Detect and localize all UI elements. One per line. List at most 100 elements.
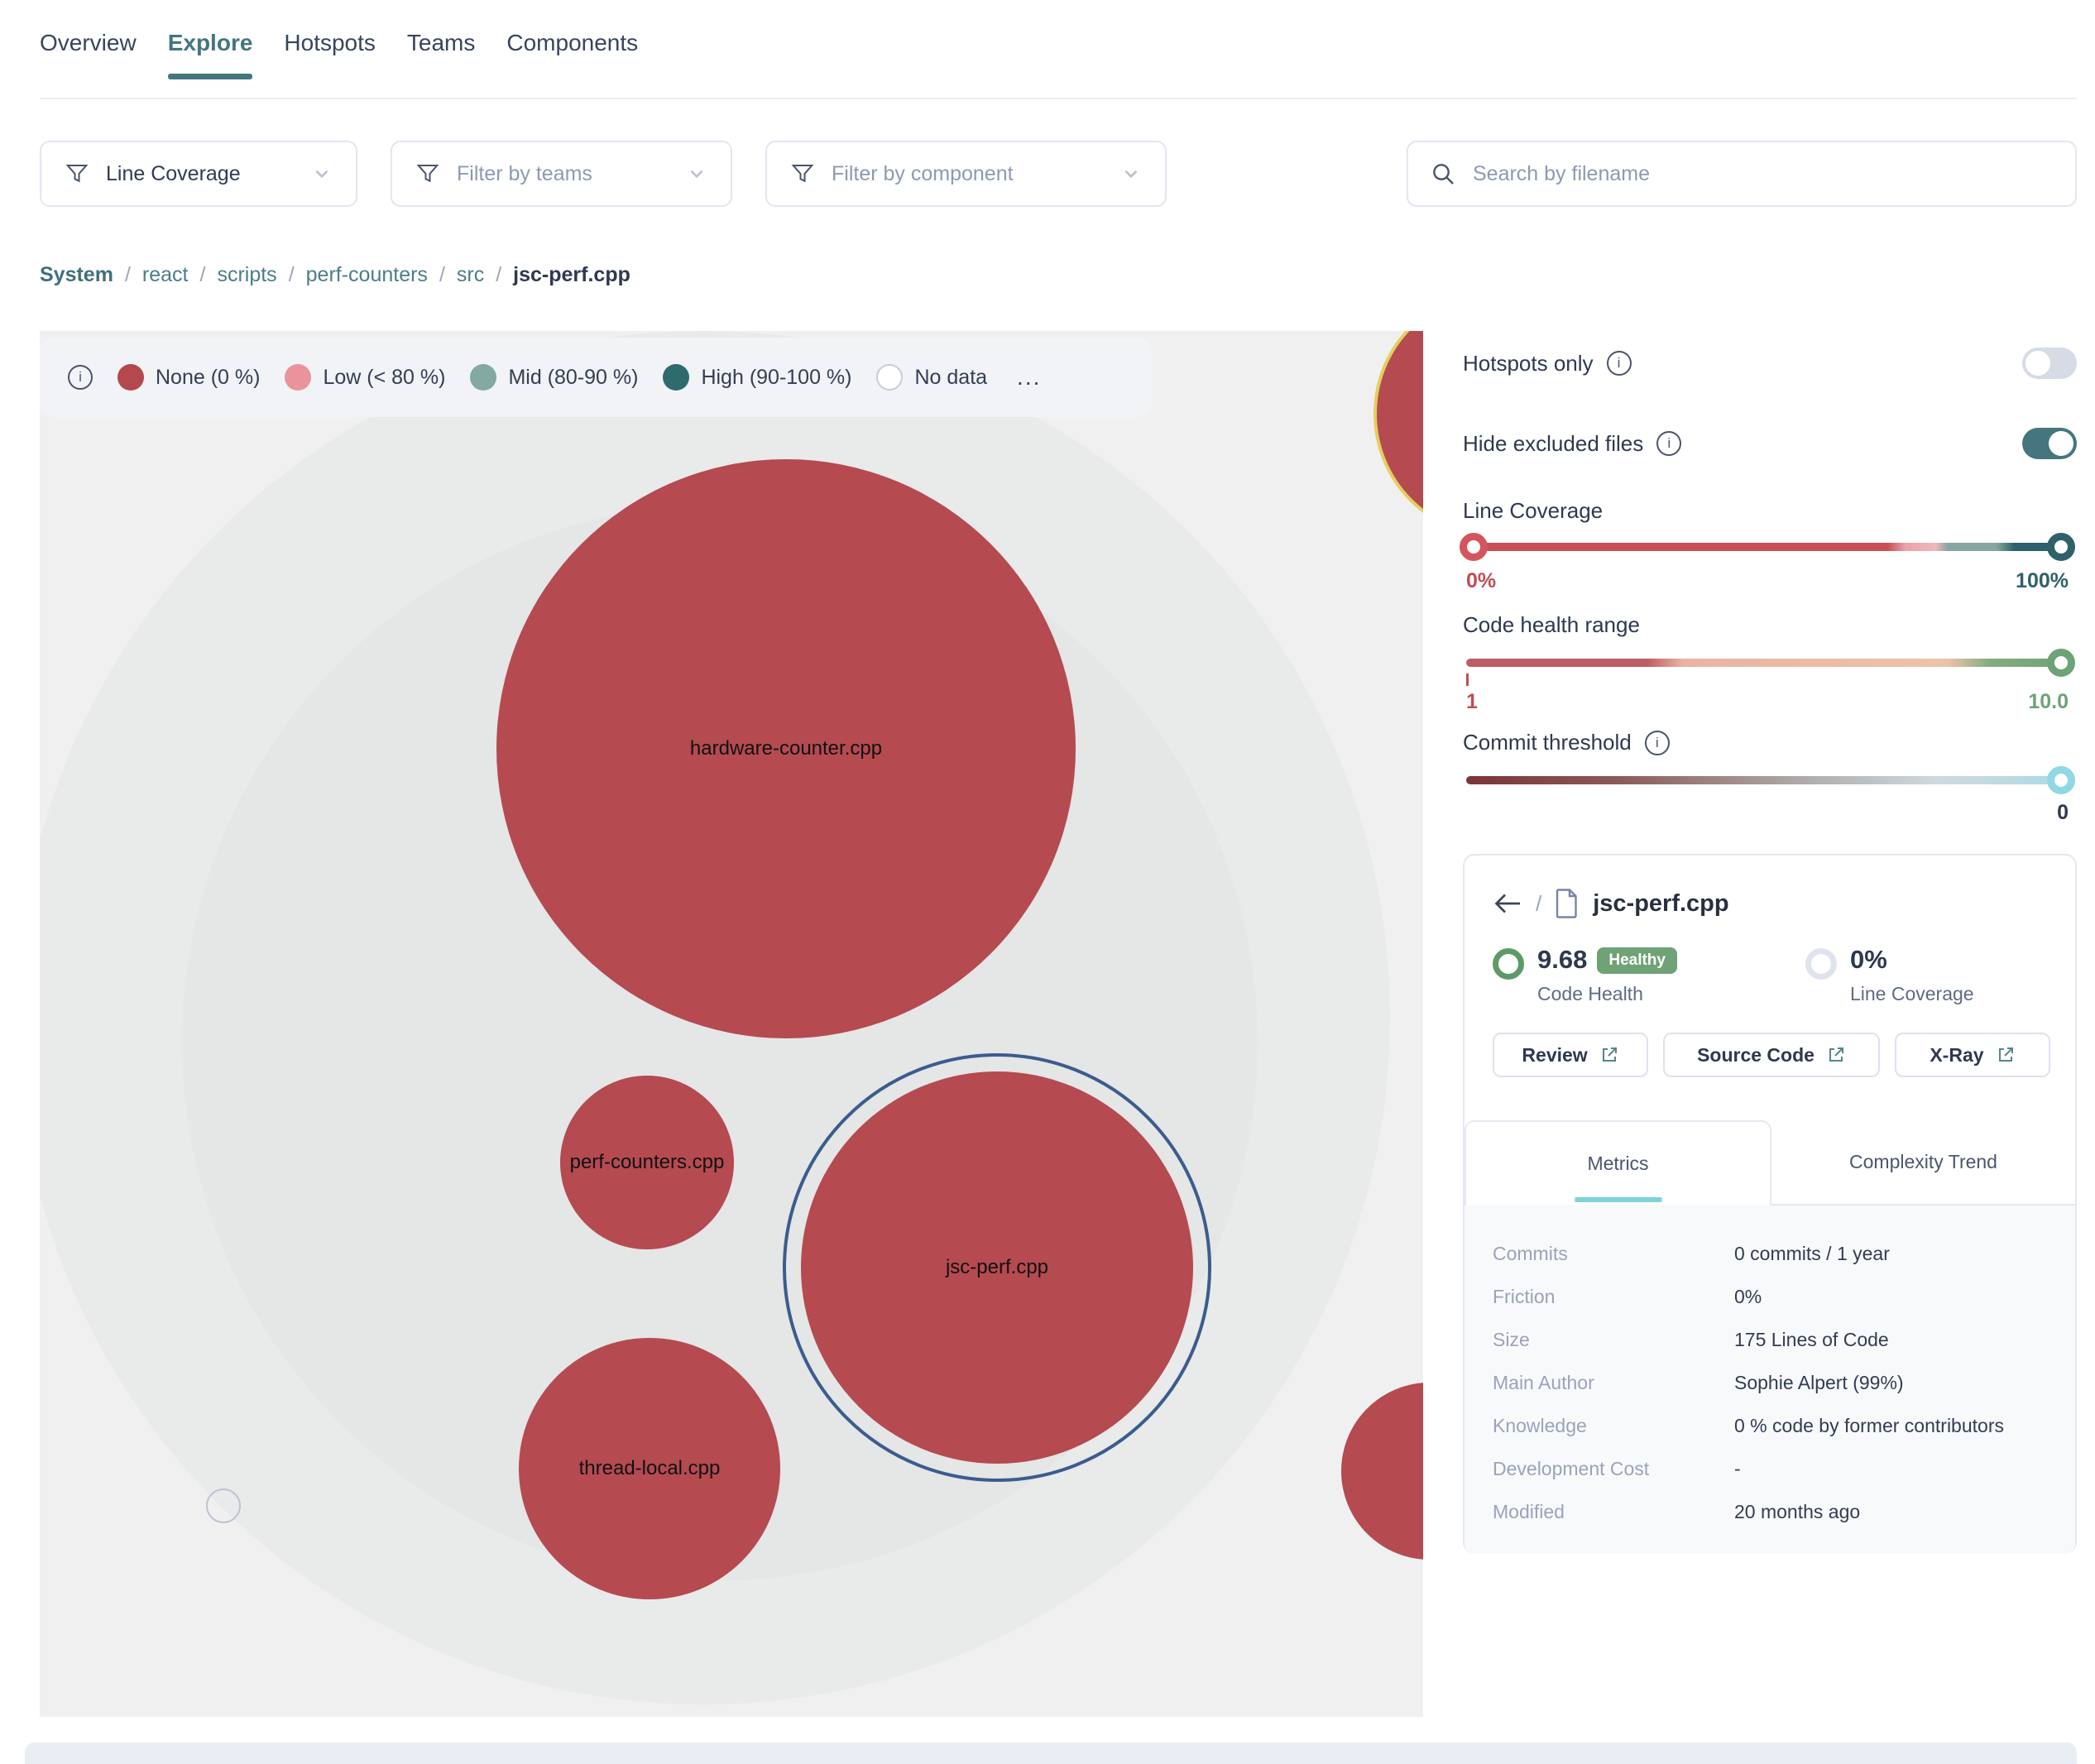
- chevron-down-icon: [1120, 163, 1142, 185]
- file-card-tabs: Metrics Complexity Trend: [1465, 1120, 2075, 1206]
- coverage-filter-label: Line Coverage: [106, 162, 241, 186]
- file-card-header: / jsc-perf.cpp: [1493, 889, 1729, 918]
- file-path-separator: /: [1536, 891, 1541, 917]
- tab-components[interactable]: Components: [506, 30, 638, 89]
- external-link-icon: [1996, 1045, 2016, 1065]
- code-health-slider-track[interactable]: [1466, 659, 2069, 667]
- code-health-ring-icon: [1493, 948, 1524, 980]
- code-health-explorer: Overview Explore Hotspots Teams Componen…: [0, 0, 2095, 1764]
- breadcrumb-current-file: jsc-perf.cpp: [513, 263, 630, 287]
- file-icon: [1555, 889, 1580, 918]
- breadcrumb-separator: /: [200, 263, 206, 287]
- line-coverage-max-handle[interactable]: [2047, 533, 2075, 561]
- breadcrumb-perf-counters[interactable]: perf-counters: [306, 263, 428, 287]
- line-coverage-slider-row: Line Coverage: [1463, 498, 2077, 524]
- file-circle-hardware-counter[interactable]: hardware-counter.cpp: [496, 459, 1076, 1038]
- commit-threshold-slider-track[interactable]: [1466, 776, 2069, 784]
- file-detail-card: / jsc-perf.cpp 9.68Healthy Code Health 0…: [1463, 854, 2077, 1554]
- line-coverage-value: 0%: [1850, 945, 1887, 974]
- line-coverage-minmax: 0% 100%: [1466, 569, 2069, 593]
- legend-item-mid: Mid (80-90 %): [470, 364, 638, 391]
- source-code-button[interactable]: Source Code: [1663, 1033, 1880, 1077]
- tab-hotspots[interactable]: Hotspots: [284, 30, 376, 89]
- tab-teams[interactable]: Teams: [407, 30, 475, 89]
- legend-info-icon[interactable]: i: [68, 365, 93, 390]
- hotspots-only-row: Hotspots only i: [1463, 348, 2077, 379]
- filter-toolbar: Line Coverage Filter by teams Filter by …: [40, 141, 2077, 207]
- tab-complexity-trend[interactable]: Complexity Trend: [1771, 1120, 2075, 1204]
- line-coverage-min-handle[interactable]: [1460, 533, 1488, 561]
- hotspots-only-info-icon[interactable]: i: [1607, 351, 1632, 376]
- line-coverage-min-label: 0%: [1466, 569, 1496, 593]
- table-row: Knowledge 0 % code by former contributor…: [1493, 1404, 2047, 1447]
- breadcrumb-separator: /: [439, 263, 445, 287]
- back-arrow-icon[interactable]: [1493, 891, 1522, 916]
- line-coverage-slider-track[interactable]: [1466, 543, 2069, 551]
- breadcrumb-separator: /: [125, 263, 131, 287]
- code-health-min-tick[interactable]: [1466, 673, 1469, 686]
- file-card-actions: Review Source Code X-Ray: [1493, 1033, 2050, 1077]
- file-circle-label: thread-local.cpp: [579, 1457, 721, 1480]
- hide-excluded-toggle[interactable]: [2022, 428, 2077, 459]
- hide-excluded-info-icon[interactable]: i: [1656, 431, 1681, 456]
- table-row: Development Cost -: [1493, 1447, 2047, 1490]
- teams-filter-dropdown[interactable]: Filter by teams: [391, 141, 732, 207]
- component-filter-placeholder: Filter by component: [832, 162, 1014, 186]
- code-health-value: 9.68: [1537, 945, 1587, 974]
- hide-excluded-row: Hide excluded files i: [1463, 428, 2077, 459]
- bubble-chart[interactable]: hardware-counter.cpp perf-counters.cpp j…: [40, 331, 1423, 1717]
- coverage-legend: i None (0 %) Low (< 80 %) Mid (80-90 %) …: [40, 338, 1152, 417]
- search-input[interactable]: [1473, 162, 2054, 186]
- tab-metrics[interactable]: Metrics: [1465, 1120, 1771, 1206]
- funnel-icon: [415, 161, 440, 186]
- teams-filter-placeholder: Filter by teams: [457, 162, 592, 186]
- table-row: Main Author Sophie Alpert (99%): [1493, 1361, 2047, 1404]
- review-button[interactable]: Review: [1493, 1033, 1648, 1077]
- file-circle-thread-local[interactable]: thread-local.cpp: [519, 1338, 780, 1599]
- tab-overview[interactable]: Overview: [40, 30, 137, 89]
- file-circle-partial-top[interactable]: [1373, 331, 1423, 538]
- bottom-panel-edge: [25, 1742, 2077, 1764]
- code-health-max-handle[interactable]: [2047, 649, 2075, 677]
- line-coverage-stat: 0% Line Coverage: [1805, 945, 1974, 1005]
- table-row: Size 175 Lines of Code: [1493, 1318, 2047, 1361]
- legend-dot-nodata: [876, 364, 903, 391]
- file-circle-partial-bottom[interactable]: [1341, 1383, 1423, 1560]
- commit-threshold-row: Commit threshold i: [1463, 730, 2077, 755]
- legend-more-button[interactable]: ...: [1017, 364, 1041, 391]
- breadcrumb: System / react / scripts / perf-counters…: [40, 263, 630, 287]
- legend-item-nodata: No data: [876, 364, 987, 391]
- legend-item-none: None (0 %): [117, 364, 260, 391]
- tab-explore[interactable]: Explore: [168, 30, 253, 89]
- nav-divider: [40, 98, 2077, 99]
- top-nav: Overview Explore Hotspots Teams Componen…: [40, 30, 638, 89]
- xray-button[interactable]: X-Ray: [1895, 1033, 2050, 1077]
- search-icon: [1430, 161, 1456, 187]
- metrics-table: Commits 0 commits / 1 year Friction 0% S…: [1465, 1206, 2075, 1554]
- healthy-badge: Healthy: [1597, 947, 1677, 974]
- line-coverage-slider-label: Line Coverage: [1463, 498, 1603, 524]
- file-name: jsc-perf.cpp: [1593, 890, 1728, 918]
- commit-threshold-label: Commit threshold: [1463, 730, 1632, 755]
- chevron-down-icon: [311, 163, 333, 185]
- commit-threshold-value: 0: [2057, 801, 2069, 825]
- hotspots-only-toggle[interactable]: [2022, 348, 2077, 379]
- legend-dot-low: [285, 364, 311, 391]
- breadcrumb-src[interactable]: src: [457, 263, 484, 287]
- commit-threshold-info-icon[interactable]: i: [1645, 731, 1670, 755]
- file-circle-perf-counters[interactable]: perf-counters.cpp: [560, 1076, 734, 1249]
- breadcrumb-react[interactable]: react: [142, 263, 189, 287]
- toggle-knob: [2025, 351, 2050, 376]
- breadcrumb-system[interactable]: System: [40, 263, 113, 287]
- file-circle-empty[interactable]: [206, 1488, 241, 1523]
- code-health-stat: 9.68Healthy Code Health: [1493, 945, 1677, 1005]
- code-health-min-label: 1: [1466, 690, 1478, 714]
- file-circle-jsc-perf[interactable]: jsc-perf.cpp: [801, 1071, 1193, 1464]
- hide-excluded-label: Hide excluded files: [1463, 431, 1643, 457]
- breadcrumb-scripts[interactable]: scripts: [217, 263, 276, 287]
- component-filter-dropdown[interactable]: Filter by component: [765, 141, 1167, 207]
- toggle-knob: [2049, 431, 2073, 456]
- commit-threshold-handle[interactable]: [2047, 766, 2075, 794]
- file-circle-label: perf-counters.cpp: [570, 1151, 725, 1174]
- coverage-filter-dropdown[interactable]: Line Coverage: [40, 141, 357, 207]
